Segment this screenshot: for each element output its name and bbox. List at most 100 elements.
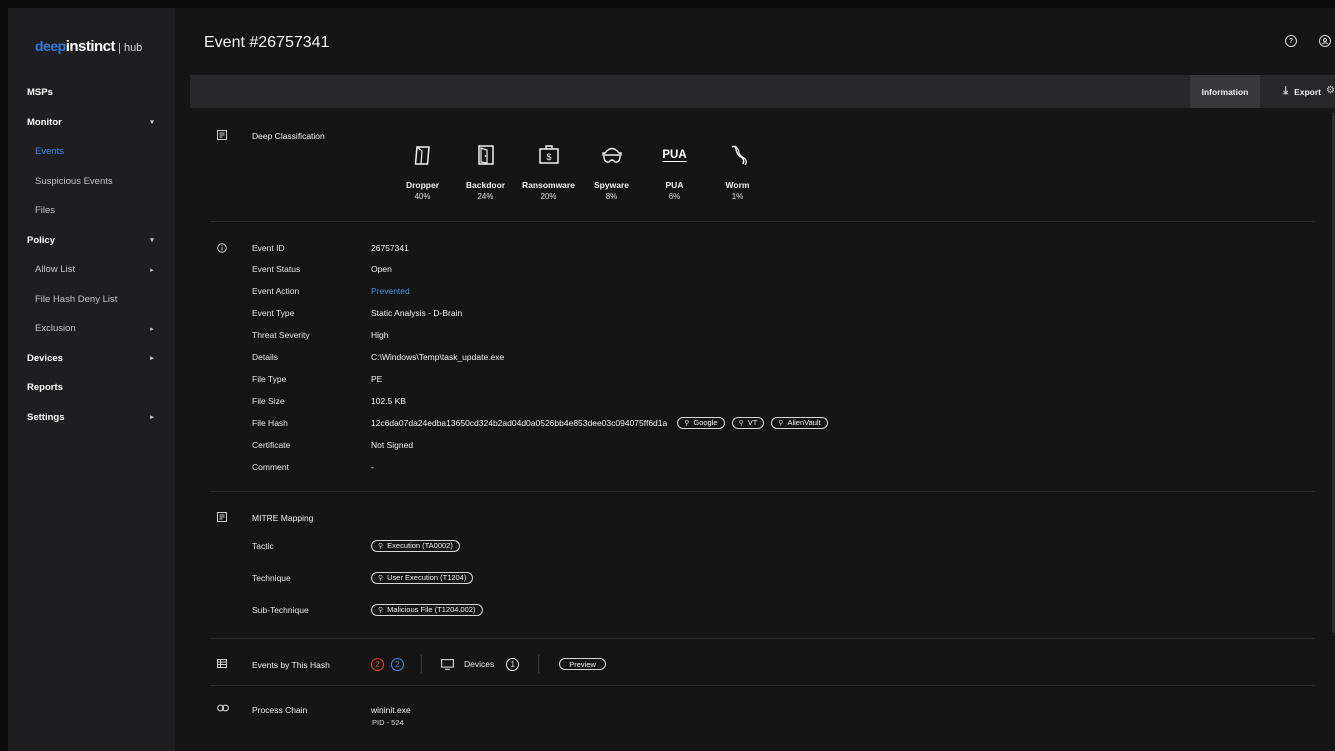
mitre-row: Sub-Technique ⚲ Malicious File (T1204.002) <box>252 599 1302 620</box>
detail-value-text: 102.5 KB <box>371 395 406 406</box>
detail-value-text: - <box>371 461 374 472</box>
detail-row: Certificate Not Signed <box>252 434 1302 455</box>
mitre-sub-technique-pill-label: Malicious File (T1204.002) <box>387 605 476 614</box>
events-count-blue[interactable]: 2 <box>391 657 404 671</box>
classification-percent: 8% <box>605 192 618 201</box>
classification-name: Worm <box>725 180 750 190</box>
lookup-alienvault-button[interactable]: ⚲ AlienVault <box>771 416 828 429</box>
detail-value: C:\Windows\Temp\task_update.exe <box>371 352 504 362</box>
classification-label: Deep Classification <box>252 131 325 141</box>
detail-value: 102.5 KB <box>371 396 406 406</box>
detail-toolbar: Information ⤓ Export ⚙ <box>190 75 1335 108</box>
sidebar-item-label: Events <box>35 146 65 158</box>
export-button[interactable]: ⤓ Export <box>1283 75 1321 108</box>
detail-value-text: Not Signed <box>371 439 414 450</box>
detail-key: Event Action <box>252 286 300 297</box>
sidebar-item-reports[interactable]: Reports <box>8 373 175 403</box>
mitre-technique-pill-label: User Execution (T1204) <box>387 573 467 582</box>
process-node[interactable]: wininit.exe PID - 524 <box>371 705 411 727</box>
detail-value: High <box>371 330 388 340</box>
process-chain-section: Process Chain wininit.exe PID - 524 <box>210 700 1315 740</box>
sidebar-item-exclusion[interactable]: Exclusion ▸ <box>8 314 175 344</box>
detail-value-text[interactable]: Prevented <box>371 286 410 296</box>
mitre-sub-technique-pill[interactable]: ⚲ Malicious File (T1204.002) <box>371 603 483 616</box>
sidebar-item-policy[interactable]: Policy ▾ <box>8 226 175 256</box>
mitre-key: Tactic <box>252 540 274 551</box>
mitre-key: Sub-Technique <box>252 604 309 615</box>
detail-row: Event Type Static Analysis - D-Brain <box>252 303 1302 324</box>
sidebar-item-events[interactable]: Events <box>8 137 175 167</box>
classification-percent: 24% <box>477 192 494 201</box>
detail-key: File Hash <box>252 417 288 428</box>
detail-row: Event Action Prevented <box>252 281 1302 302</box>
search-icon: ⚲ <box>378 574 384 582</box>
classification-name: Ransomware <box>522 180 575 190</box>
search-icon: ⚲ <box>378 606 384 614</box>
detail-key: File Size <box>252 395 285 406</box>
process-chain-label: Process Chain <box>252 705 308 715</box>
mitre-technique-pill[interactable]: ⚲ User Execution (T1204) <box>371 571 474 584</box>
sidebar-item-monitor[interactable]: Monitor ▾ <box>8 108 175 138</box>
deep-instinct-logo[interactable]: deep instinct | hub <box>35 38 142 58</box>
classification-spyware: Spyware 8% <box>580 143 643 201</box>
mitre-tactic-pill[interactable]: ⚲ Execution (TA0002) <box>371 539 460 552</box>
sidebar-item-label: Monitor <box>27 116 62 128</box>
tab-information[interactable]: Information <box>1190 75 1260 108</box>
events-by-hash-section: Events by This Hash 2 2 Devices 1 Previe… <box>210 651 1315 677</box>
detail-key: Comment <box>252 461 289 472</box>
divider <box>210 638 1315 639</box>
detail-value: Static Analysis - D-Brain <box>371 308 462 318</box>
separator <box>538 655 540 673</box>
user-circle-icon[interactable] <box>1319 35 1331 47</box>
events-by-hash-values: 2 2 Devices 1 Preview <box>371 654 606 674</box>
detail-value-text: Open <box>371 264 392 275</box>
help-circle-icon[interactable]: ? <box>1285 35 1297 47</box>
classification-ransomware: $ Ransomware 20% <box>517 143 580 201</box>
sidebar-item-label: Files <box>35 205 56 217</box>
classification-name: Spyware <box>594 180 629 190</box>
chevron-right-icon: ▸ <box>150 266 154 274</box>
classification-pua: PUA PUA 6% <box>643 143 706 201</box>
detail-row: File Type PE <box>252 368 1302 389</box>
sidebar-item-devices[interactable]: Devices ▸ <box>8 344 175 374</box>
devices-count[interactable]: 1 <box>506 657 520 671</box>
sidebar-item-label: Reports <box>27 382 63 394</box>
detail-row: Details C:\Windows\Temp\task_update.exe <box>252 347 1302 368</box>
preview-button[interactable]: Preview <box>559 658 606 670</box>
detail-value: 12c6da07da24edba13650cd324b2ad04d0a0526b… <box>371 416 828 429</box>
sidebar-item-settings[interactable]: Settings ▸ <box>8 403 175 433</box>
detail-value[interactable]: Prevented <box>371 286 410 296</box>
export-label: Export <box>1294 86 1321 97</box>
detail-value-text: C:\Windows\Temp\task_update.exe <box>371 352 505 362</box>
classification-percent: 6% <box>668 192 681 201</box>
sidebar-item-msps[interactable]: MSPs <box>8 78 175 108</box>
process-pid: PID - 524 <box>372 718 404 727</box>
event-details-section: Event ID 26757341 Event Status Open Event Ac… <box>210 237 1315 482</box>
sidebar-nav: MSPs Monitor ▾ Events Suspicious Events Files… <box>8 78 175 432</box>
classification-backdoor: Backdoor 24% <box>454 143 517 201</box>
chevron-right-icon: ▸ <box>150 414 154 422</box>
info-icon <box>217 243 227 253</box>
lookup-google-button[interactable]: ⚲ Google <box>677 416 725 429</box>
detail-row: Threat Severity High <box>252 325 1302 346</box>
sidebar-item-file-hash-deny-list[interactable]: File Hash Deny List <box>8 285 175 315</box>
classification-worm: Worm 1% <box>706 143 769 201</box>
search-icon: ⚲ <box>738 419 744 427</box>
detail-key: Details <box>252 352 278 362</box>
sidebar-item-files[interactable]: Files <box>8 196 175 226</box>
detail-key: Certificate <box>252 439 291 450</box>
mitre-value: ⚲ Malicious File (T1204.002) <box>371 603 483 616</box>
sidebar-item-suspicious-events[interactable]: Suspicious Events <box>8 167 175 197</box>
classification-list: Dropper 40% Backdoor 24% $ Ransomware 20% Spywa… <box>391 143 769 201</box>
gear-icon[interactable]: ⚙ <box>1326 85 1335 96</box>
backdoor-icon <box>475 143 497 167</box>
detail-value-text: 12c6da07da24edba13650cd324b2ad04d0a0526b… <box>371 417 668 428</box>
sidebar-item-allow-list[interactable]: Allow List ▸ <box>8 255 175 285</box>
sidebar-item-label: Exclusion <box>35 323 76 335</box>
classification-percent: 1% <box>731 192 744 201</box>
lookup-vt-button[interactable]: ⚲ VT <box>731 416 765 429</box>
sidebar-item-label: MSPs <box>27 87 53 99</box>
lookup-vt-button-label: VT <box>747 418 758 428</box>
mitre-row: Technique ⚲ User Execution (T1204) <box>252 567 1302 588</box>
events-count-red[interactable]: 2 <box>371 657 384 671</box>
